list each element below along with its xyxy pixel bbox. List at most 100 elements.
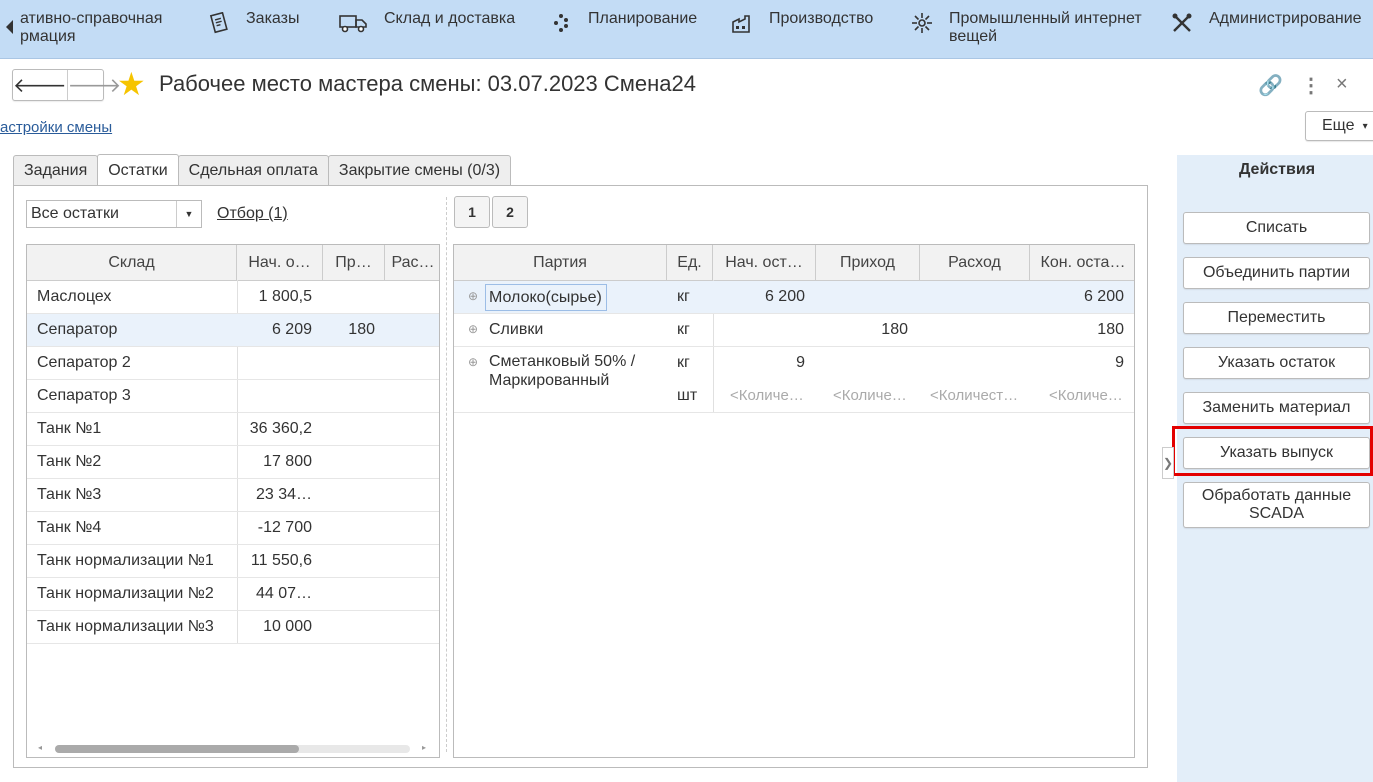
start-balance: 6 200 [764, 288, 805, 305]
iot-icon [911, 12, 933, 34]
warehouse-name: Танк №3 [37, 486, 102, 503]
expense [385, 413, 435, 445]
warehouse-name: Танк №1 [37, 420, 102, 437]
table-row[interactable]: Танк нормализации №2 44 07… [27, 578, 439, 611]
expense [385, 380, 435, 412]
more-button[interactable]: Еще ▾ [1305, 111, 1373, 141]
warehouse-name: Танк №2 [37, 453, 102, 470]
close-icon[interactable]: × [1336, 73, 1348, 96]
nav-item-label: Планирование [588, 10, 698, 27]
nav-item-iot[interactable]: Промышленный интернет вещей [911, 10, 1142, 46]
income [323, 479, 375, 511]
nav-item-production[interactable]: Производство [731, 10, 873, 34]
process-scada-button[interactable]: Обработать данные SCADA [1183, 482, 1370, 528]
nav-item-label: Администрирование [1209, 10, 1362, 27]
table-row[interactable]: Танк №3 23 34… [27, 479, 439, 512]
nav-item-planning[interactable]: Планирование [550, 10, 697, 34]
column-header-start-balance[interactable]: Нач. о… [237, 245, 323, 280]
write-off-button[interactable]: Списать [1183, 212, 1370, 244]
expense [385, 479, 435, 511]
table-row[interactable]: Танк нормализации №3 10 000 [27, 611, 439, 644]
column-header-start-balance[interactable]: Нач. ост… [713, 245, 816, 280]
income-placeholder[interactable]: <Количе… [833, 380, 913, 412]
forward-button[interactable]: 🡒 [68, 70, 122, 100]
nav-item-administration[interactable]: Администрирование [1171, 10, 1362, 34]
balances-filter-select[interactable]: Все остатки ▼ [26, 200, 202, 228]
collapse-panel-icon[interactable]: ❯ [1162, 447, 1174, 479]
warehouse-name: Сепаратор 3 [37, 387, 131, 404]
table-row[interactable]: ⊕ Молоко(сырье) кг 6 200 6 200 [454, 281, 1134, 314]
nav-item-reference-info[interactable]: ативно-справочная рмация [20, 10, 162, 46]
start-balance-placeholder[interactable]: <Количе… [730, 380, 810, 412]
start-balance: -12 700 [257, 519, 312, 536]
tab-piecework[interactable]: Сдельная оплата [177, 155, 329, 185]
batch-name-line2: Маркированный [489, 372, 610, 389]
expand-icon[interactable]: ⊕ [468, 289, 478, 303]
nav-item-orders[interactable]: Заказы [208, 10, 299, 34]
income [323, 281, 375, 313]
table-row[interactable]: Танк №2 17 800 [27, 446, 439, 479]
table-row[interactable]: Танк №4 -12 700 [27, 512, 439, 545]
set-balance-button[interactable]: Указать остаток [1183, 347, 1370, 379]
end-balance-placeholder[interactable]: <Количе… [1049, 380, 1129, 412]
tab-tasks[interactable]: Задания [13, 155, 99, 185]
unit: кг [677, 288, 690, 305]
warehouse-table: Склад Нач. о… Пр… Рас… Маслоцех 1 800,5 Се… [26, 244, 440, 758]
nav-scroll-left-icon[interactable] [6, 20, 13, 34]
column-header-warehouse[interactable]: Склад [27, 245, 237, 280]
table-row[interactable]: Танк нормализации №1 11 550,6 [27, 545, 439, 578]
unit-secondary: шт [677, 387, 698, 404]
button-label: Обработать данные [1201, 487, 1352, 504]
column-header-unit[interactable]: Ед. [667, 245, 713, 280]
warehouse-name: Танк нормализации №2 [37, 585, 214, 602]
start-balance: 44 07… [255, 585, 312, 602]
filter-link[interactable]: Отбор (1) [217, 205, 288, 223]
page-1-button[interactable]: 1 [454, 196, 490, 228]
move-button[interactable]: Переместить [1183, 302, 1370, 334]
column-header-expense[interactable]: Расход [920, 245, 1030, 280]
shift-settings-link[interactable]: астройки смены [0, 119, 112, 136]
chevron-down-icon: ▾ [1362, 120, 1368, 132]
expense [385, 578, 435, 610]
income [323, 347, 375, 379]
batch-name[interactable]: Молоко(сырье) [485, 284, 607, 311]
income [323, 446, 375, 478]
truck-icon [338, 12, 368, 34]
replace-material-button[interactable]: Заменить материал [1183, 392, 1370, 424]
expand-icon[interactable]: ⊕ [468, 322, 478, 336]
table-row[interactable]: Сепаратор 6 209 180 [27, 314, 439, 347]
more-menu-icon[interactable]: ⋮ [1301, 73, 1321, 98]
expense-placeholder[interactable]: <Количест… [930, 380, 1022, 412]
column-header-end-balance[interactable]: Кон. оста… [1030, 245, 1134, 280]
column-header-income[interactable]: Приход [816, 245, 920, 280]
scroll-left-icon[interactable]: ◂ [38, 743, 42, 752]
warehouse-name: Сепаратор 2 [37, 354, 131, 371]
table-row[interactable]: Маслоцех 1 800,5 [27, 281, 439, 314]
merge-batches-button[interactable]: Объединить партии [1183, 257, 1370, 289]
scrollbar-thumb[interactable] [55, 745, 299, 753]
column-header-batch[interactable]: Партия [454, 245, 667, 280]
start-balance: 17 800 [263, 453, 312, 470]
expand-icon[interactable]: ⊕ [468, 355, 478, 369]
column-header-income[interactable]: Пр… [323, 245, 385, 280]
table-row[interactable]: Сепаратор 2 [27, 347, 439, 380]
table-row[interactable]: Сепаратор 3 [27, 380, 439, 413]
page-2-button[interactable]: 2 [492, 196, 528, 228]
warehouse-name: Танк нормализации №3 [37, 618, 214, 635]
table-row[interactable]: ⊕ Сливки кг 180 180 [454, 314, 1134, 347]
table-row[interactable]: Танк №1 36 360,2 [27, 413, 439, 446]
tab-shift-closing[interactable]: Закрытие смены (0/3) [327, 155, 512, 185]
nav-item-warehouse[interactable]: Склад и доставка [338, 10, 515, 34]
favorite-star-icon[interactable]: ★ [117, 68, 146, 100]
table-row[interactable]: ⊕ Сметанковый 50% / Маркированный кг 9 9… [454, 347, 1134, 413]
tab-bar: Задания Остатки Сдельная оплата Закрытие… [13, 154, 512, 186]
column-header-expense[interactable]: Рас… [385, 245, 439, 280]
expense [385, 347, 435, 379]
chevron-down-icon[interactable]: ▼ [176, 201, 201, 227]
panel-splitter[interactable] [446, 197, 447, 752]
tab-balances[interactable]: Остатки [97, 154, 179, 186]
start-balance: 36 360,2 [249, 420, 312, 437]
link-icon[interactable]: 🔗 [1258, 73, 1283, 98]
back-button[interactable]: 🡐 [13, 70, 68, 100]
scroll-right-icon[interactable]: ▸ [422, 743, 426, 752]
